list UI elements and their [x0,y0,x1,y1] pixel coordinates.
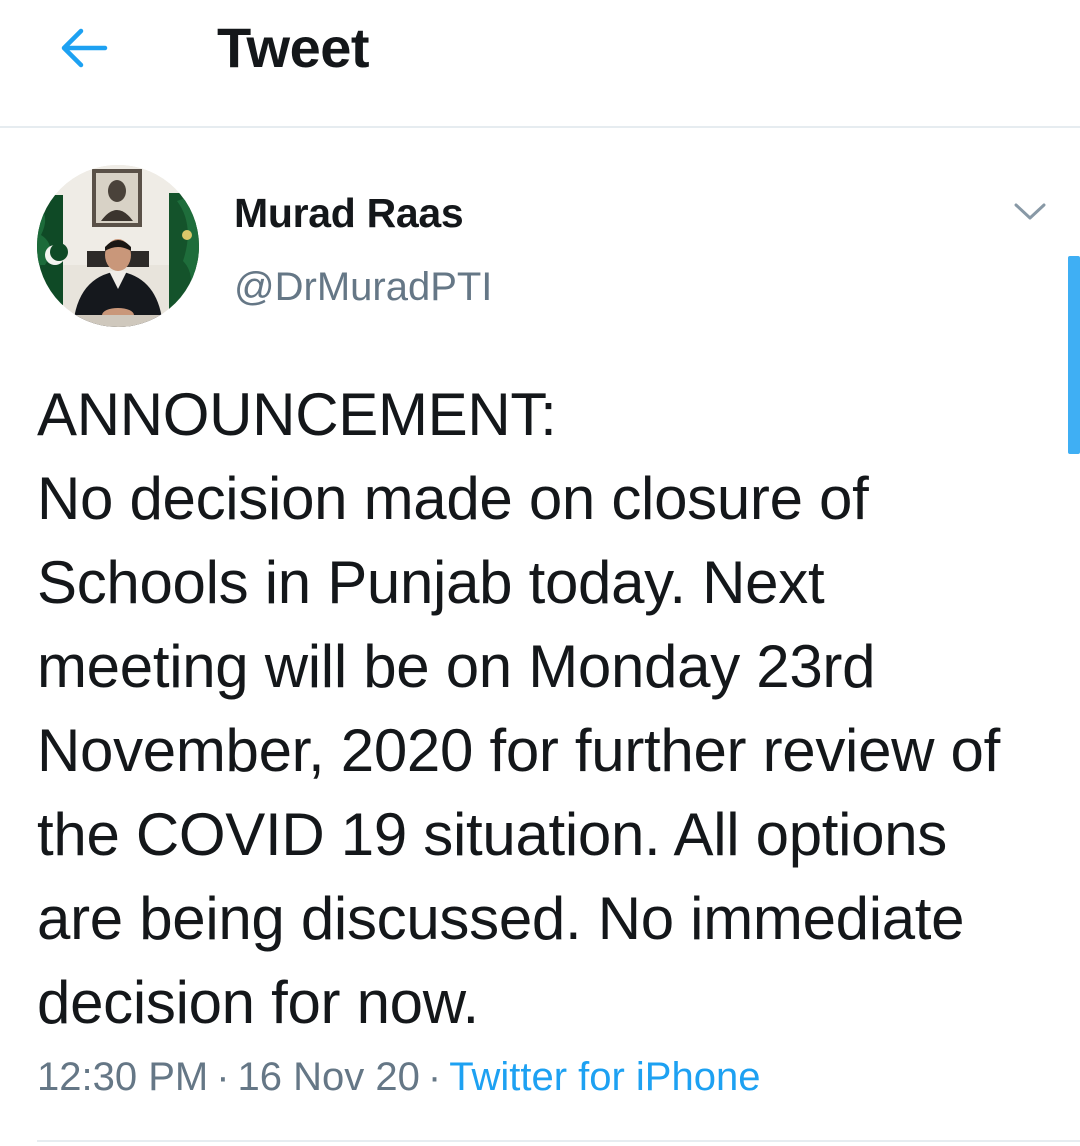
tweet-date: 16 Nov 20 [237,1055,420,1099]
tweet-text: ANNOUNCEMENT: No decision made on closur… [37,381,1000,1036]
chevron-down-icon [1014,203,1046,220]
scrollbar-thumb[interactable] [1068,256,1080,454]
meta-separator: · [427,1055,442,1099]
back-button[interactable] [52,20,116,76]
tweet-source-link[interactable]: Twitter for iPhone [449,1055,760,1099]
tweet-meta: 12:30 PM · 16 Nov 20 · Twitter for iPhone [37,1050,760,1104]
app-header: Tweet [0,0,1080,128]
tweet-time: 12:30 PM [37,1055,209,1099]
meta-separator: · [216,1055,230,1099]
arrow-left-icon [61,28,108,68]
page-title: Tweet [217,16,370,79]
avatar-photo [37,165,199,327]
divider [37,1140,1080,1142]
tweet-options-button[interactable] [1004,192,1056,232]
author-handle[interactable]: @DrMuradPTI [234,262,492,312]
author-name[interactable]: Murad Raas [234,188,464,238]
avatar[interactable] [37,165,199,327]
